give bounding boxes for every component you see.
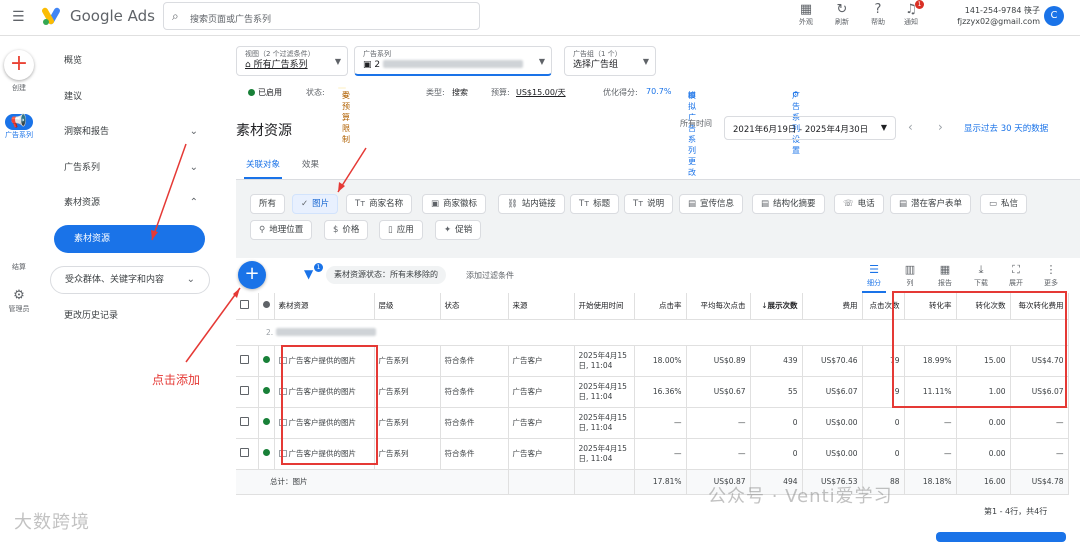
arrow-to-add-button [185,287,241,363]
watermark-right: 公众号 · Venti爱学习 [708,486,893,507]
annotation-arrows [151,143,367,363]
arrow-to-assets-nav [151,143,187,241]
arrowhead [151,230,158,240]
watermark-left: 大数跨境 [14,512,90,533]
annotation-click-add: 点击添加 [152,373,201,387]
